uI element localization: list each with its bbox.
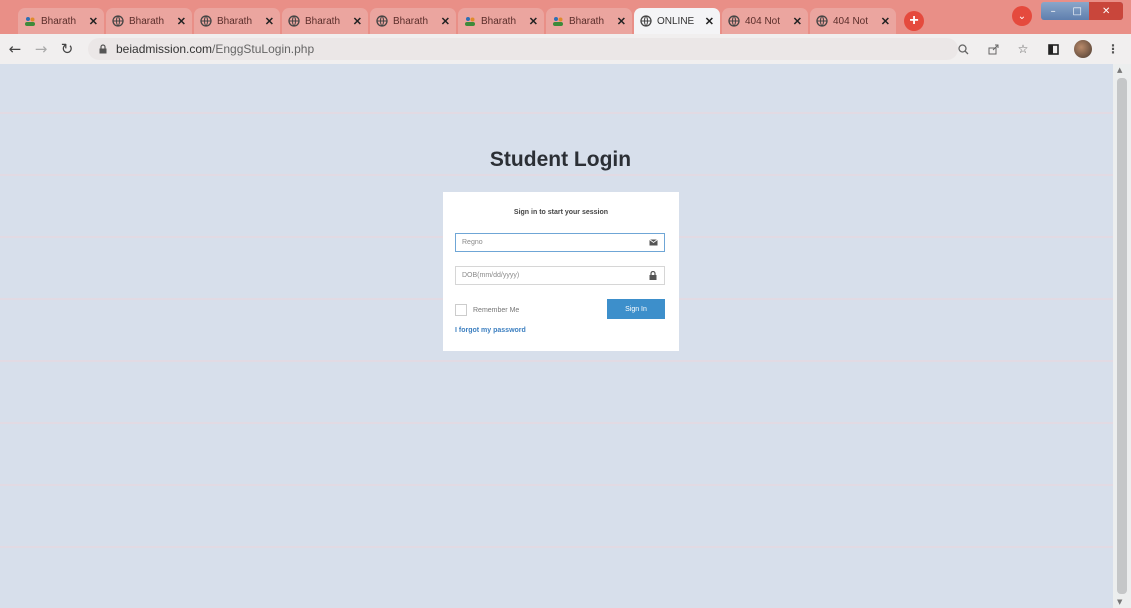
tab-label: 404 Not bbox=[833, 15, 869, 27]
tab-label: Bharath bbox=[41, 15, 77, 27]
dob-placeholder: DOB(mm/dd/yyyy) bbox=[462, 272, 520, 279]
tab-label: 404 Not bbox=[745, 15, 781, 27]
url-text: beiadmission.com/EnggStuLogin.php bbox=[116, 42, 314, 56]
tab-label: Bharath bbox=[305, 15, 341, 27]
globe-icon bbox=[728, 15, 740, 27]
chevron-down-icon: ⌄ bbox=[1017, 10, 1027, 22]
star-icon[interactable]: ☆ bbox=[1013, 38, 1033, 60]
back-icon[interactable]: ← bbox=[4, 38, 26, 60]
page-title: Student Login bbox=[489, 148, 632, 171]
close-icon[interactable]: ✕ bbox=[441, 15, 450, 28]
tab-1[interactable]: Bharath ✕ bbox=[106, 8, 192, 34]
close-icon[interactable]: ✕ bbox=[89, 15, 98, 28]
remember-label: Remember Me bbox=[473, 306, 520, 314]
globe-icon bbox=[816, 15, 828, 27]
profile-avatar[interactable] bbox=[1073, 38, 1093, 60]
globe-icon bbox=[376, 15, 388, 27]
menu-icon[interactable]: ⋮ bbox=[1103, 38, 1123, 60]
tab-6[interactable]: Bharath ✕ bbox=[546, 8, 632, 34]
browser-toolbar: ← → ↻ beiadmission.com/EnggStuLogin.php … bbox=[0, 34, 1131, 64]
close-icon[interactable]: ✕ bbox=[265, 15, 274, 28]
tab-5[interactable]: Bharath ✕ bbox=[458, 8, 544, 34]
tab-0[interactable]: Bharath ✕ bbox=[18, 8, 104, 34]
window-close-icon[interactable]: ✕ bbox=[1089, 2, 1124, 20]
tab-4[interactable]: Bharath ✕ bbox=[370, 8, 456, 34]
regno-placeholder: Regno bbox=[462, 239, 483, 246]
page-content: Student Login Sign in to start your sess… bbox=[0, 64, 1113, 608]
url-path: /EnggStuLogin.php bbox=[212, 42, 315, 56]
tab-7[interactable]: ONLINE ✕ bbox=[634, 8, 720, 34]
toolbar-icons: ☆ ⋮ bbox=[953, 38, 1123, 60]
tab-label: Bharath bbox=[481, 15, 517, 27]
tab-label: Bharath bbox=[217, 15, 253, 27]
close-icon[interactable]: ✕ bbox=[353, 15, 362, 28]
zoom-icon[interactable] bbox=[953, 38, 973, 60]
tab-search-button[interactable]: ⌄ bbox=[1012, 6, 1032, 26]
envelope-icon bbox=[648, 238, 658, 248]
close-icon[interactable]: ✕ bbox=[705, 15, 714, 28]
reload-icon[interactable]: ↻ bbox=[56, 38, 78, 60]
globe-icon bbox=[640, 15, 652, 27]
close-icon[interactable]: ✕ bbox=[617, 15, 626, 28]
maximize-icon[interactable]: □ bbox=[1065, 2, 1089, 20]
forgot-password-link[interactable]: I forgot my password bbox=[455, 327, 526, 334]
address-bar[interactable]: beiadmission.com/EnggStuLogin.php bbox=[88, 38, 958, 60]
remember-checkbox[interactable] bbox=[455, 304, 467, 316]
close-icon[interactable]: ✕ bbox=[793, 15, 802, 28]
people-icon bbox=[24, 15, 36, 27]
scrollbar[interactable]: ▲ ▼ bbox=[1113, 64, 1131, 608]
close-icon[interactable]: ✕ bbox=[881, 15, 890, 28]
new-tab-button[interactable]: + bbox=[904, 11, 924, 31]
regno-input[interactable]: Regno bbox=[455, 233, 665, 252]
session-message: Sign in to start your session bbox=[513, 209, 609, 216]
login-card: Sign in to start your session Regno DOB(… bbox=[443, 192, 679, 351]
globe-icon bbox=[200, 15, 212, 27]
tab-label: ONLINE bbox=[657, 15, 695, 27]
lock-icon bbox=[648, 271, 658, 281]
scroll-down-icon[interactable]: ▼ bbox=[1117, 598, 1122, 606]
dob-input[interactable]: DOB(mm/dd/yyyy) bbox=[455, 266, 665, 285]
tab-9[interactable]: 404 Not ✕ bbox=[810, 8, 896, 34]
globe-icon bbox=[112, 15, 124, 27]
url-domain: beiadmission.com bbox=[116, 42, 213, 56]
scroll-up-icon[interactable]: ▲ bbox=[1117, 66, 1122, 74]
scrollbar-thumb[interactable] bbox=[1117, 78, 1127, 594]
remember-me[interactable]: Remember Me bbox=[455, 304, 519, 316]
share-icon[interactable] bbox=[983, 38, 1003, 60]
tab-label: Bharath bbox=[569, 15, 605, 27]
forward-icon[interactable]: → bbox=[30, 38, 52, 60]
close-icon[interactable]: ✕ bbox=[529, 15, 538, 28]
tab-2[interactable]: Bharath ✕ bbox=[194, 8, 280, 34]
globe-icon bbox=[288, 15, 300, 27]
close-icon[interactable]: ✕ bbox=[177, 15, 186, 28]
people-icon bbox=[552, 15, 564, 27]
tab-3[interactable]: Bharath ✕ bbox=[282, 8, 368, 34]
tab-strip: Bharath ✕ Bharath ✕ Bharath ✕ Bharath ✕ … bbox=[0, 0, 1131, 34]
minimize-icon[interactable]: – bbox=[1041, 2, 1065, 20]
lock-icon bbox=[99, 44, 107, 54]
tab-8[interactable]: 404 Not ✕ bbox=[722, 8, 808, 34]
tab-label: Bharath bbox=[393, 15, 429, 27]
sign-in-button[interactable]: Sign In bbox=[607, 299, 665, 319]
window-controls: – □ ✕ bbox=[1041, 2, 1124, 20]
people-icon bbox=[464, 15, 476, 27]
tab-label: Bharath bbox=[129, 15, 165, 27]
side-panel-icon[interactable] bbox=[1043, 38, 1063, 60]
